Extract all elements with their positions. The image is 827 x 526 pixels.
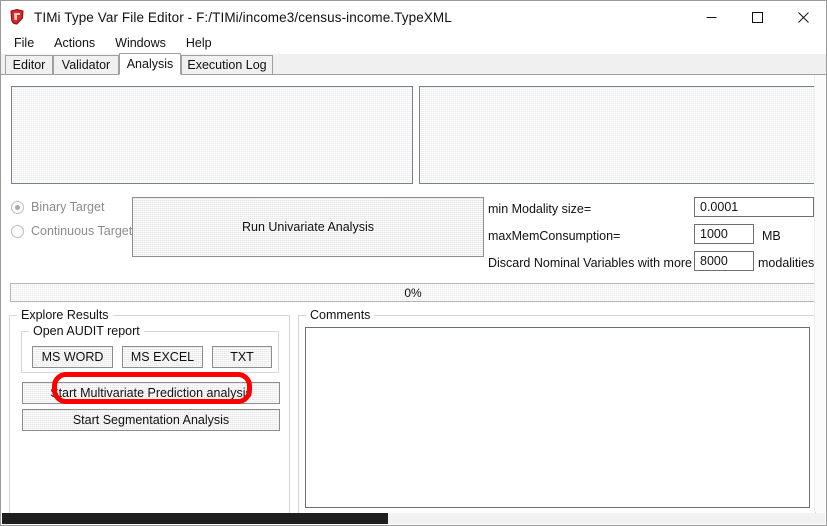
max-mem-consumption-label: maxMemConsumption= [488,229,621,243]
tab-execution-log[interactable]: Execution Log [181,55,273,75]
radio-binary-target-indicator [11,200,24,214]
tab-validator[interactable]: Validator [53,55,119,75]
explore-results-legend: Explore Results [17,308,113,322]
discard-nominal-label: Discard Nominal Variables with more than [488,256,720,270]
title-bar: TIMi Type Var File Editor - F:/TIMi/inco… [1,1,826,33]
horizontal-scrollbar[interactable] [2,513,825,524]
discard-nominal-unit-label: modalities [758,256,815,270]
window-controls [688,1,826,33]
tab-editor[interactable]: Editor [5,55,53,75]
close-icon[interactable] [780,1,826,33]
menu-item-actions[interactable]: Actions [44,34,105,52]
timi-shield-icon [8,8,26,26]
max-mem-consumption-input[interactable]: 1000 [694,224,754,244]
discard-nominal-input[interactable]: 8000 [694,251,754,271]
minimize-icon[interactable] [688,1,734,33]
radio-binary-target[interactable]: Binary Target [11,200,104,214]
tab-analysis[interactable]: Analysis [119,53,181,75]
window-title: TIMi Type Var File Editor - F:/TIMi/inco… [34,9,452,25]
maximize-icon[interactable] [734,1,780,33]
progress-bar: 0% [10,283,816,302]
radio-continuous-target[interactable]: Continuous Target [11,224,132,238]
menu-item-file[interactable]: File [4,34,44,52]
vertical-scrollbar[interactable] [814,75,825,512]
ms-excel-button[interactable]: MS EXCEL [122,346,203,368]
comments-textarea[interactable] [305,327,810,508]
horizontal-scrollbar-thumb[interactable] [2,513,388,524]
progress-bar-label: 0% [404,285,422,300]
start-segmentation-analysis-button[interactable]: Start Segmentation Analysis [22,409,280,431]
tab-strip: Editor Validator Analysis Execution Log [1,53,826,75]
variables-list-left[interactable] [11,86,413,184]
start-multivariate-prediction-analysis-button[interactable]: Start Multivariate Prediction analysis [22,382,280,404]
txt-button[interactable]: TXT [212,346,272,368]
variables-list-right[interactable] [419,86,819,184]
radio-continuous-target-indicator [11,224,24,238]
analysis-pane: Binary Target Continuous Target Run Univ… [1,75,826,525]
application-window: TIMi Type Var File Editor - F:/TIMi/inco… [0,0,827,526]
open-audit-report-group: Open AUDIT report MS WORD MS EXCEL TXT [21,324,279,373]
comments-legend: Comments [306,308,375,322]
radio-binary-target-label: Binary Target [31,200,105,214]
comments-group: Comments [298,308,816,517]
min-modality-size-label: min Modality size= [488,202,592,216]
radio-continuous-target-label: Continuous Target [31,224,133,238]
min-modality-size-input[interactable]: 0.0001 [694,197,814,217]
explore-results-group: Explore Results Open AUDIT report MS WOR… [9,308,290,517]
menu-item-windows[interactable]: Windows [105,34,176,52]
menu-bar: File Actions Windows Help [1,33,826,53]
open-audit-report-legend: Open AUDIT report [29,324,144,338]
menu-item-help[interactable]: Help [176,34,222,52]
ms-word-button[interactable]: MS WORD [32,346,113,368]
run-univariate-analysis-button[interactable]: Run Univariate Analysis [132,197,484,257]
max-mem-unit-label: MB [762,229,781,243]
